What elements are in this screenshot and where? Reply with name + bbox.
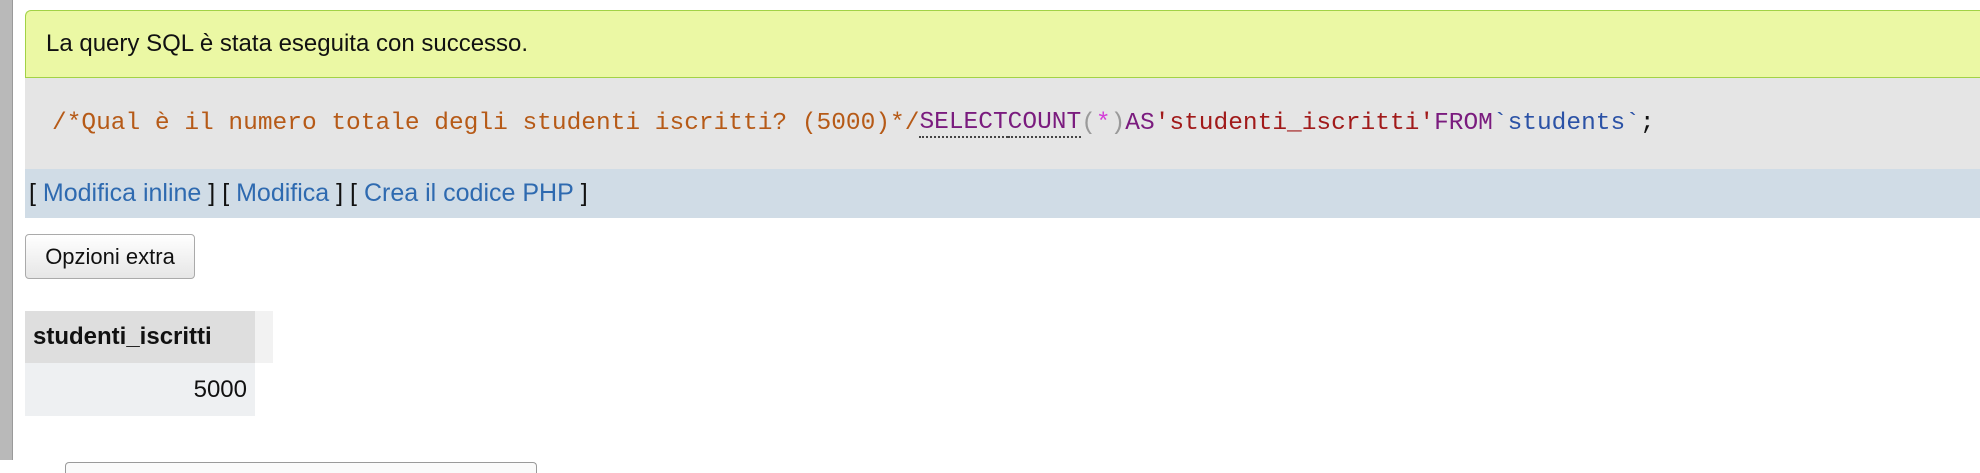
edit-inline-link[interactable]: Modifica inline [43, 179, 201, 208]
sql-comment: /*Qual è il numero totale degli studenti… [52, 110, 920, 137]
query-actions-bar: [ Modifica inline ] [ Modifica ] [ Crea … [25, 169, 1980, 218]
success-message: La query SQL è stata eseguita con succes… [25, 10, 1980, 78]
column-header-studenti-iscritti[interactable]: studenti_iscritti [25, 311, 255, 363]
bracket-open: [ [29, 179, 36, 207]
query-results-operations-box [65, 462, 537, 473]
sql-keyword-from: FROM [1434, 110, 1493, 137]
sql-semicolon: ; [1639, 110, 1655, 137]
sql-query-display: /*Qual è il numero totale degli studenti… [25, 78, 1980, 169]
bracket-open: [ [350, 179, 357, 207]
table-row: 5000 [25, 363, 273, 416]
sql-star: * [1095, 110, 1111, 137]
bracket-close: ] [336, 179, 344, 207]
bracket-close: ] [580, 179, 588, 207]
query-result-panel: La query SQL è stata eseguita con succes… [25, 10, 1980, 473]
success-message-text: La query SQL è stata eseguita con succes… [46, 30, 529, 57]
edit-link[interactable]: Modifica [236, 179, 329, 208]
sql-table-name: `students` [1492, 110, 1640, 137]
sql-paren-close: ) [1110, 110, 1126, 137]
sql-paren-open: ( [1081, 110, 1096, 137]
create-php-code-link[interactable]: Crea il codice PHP [364, 179, 574, 208]
sql-alias: 'studenti_iscritti' [1154, 110, 1435, 137]
table-cell-value[interactable]: 5000 [25, 363, 255, 416]
sql-function-count[interactable]: COUNT [1007, 109, 1082, 138]
table-header-row: studenti_iscritti [25, 311, 273, 363]
sql-keyword-as: AS [1125, 110, 1155, 137]
sql-keyword-select[interactable]: SELECT [919, 109, 1008, 138]
bracket-close: ] [208, 179, 216, 207]
left-frame-rail [0, 0, 13, 460]
results-table: studenti_iscritti 5000 [25, 311, 273, 416]
extra-options-button[interactable]: Opzioni extra [25, 234, 195, 279]
header-filler [255, 311, 273, 363]
bracket-open: [ [222, 179, 230, 207]
